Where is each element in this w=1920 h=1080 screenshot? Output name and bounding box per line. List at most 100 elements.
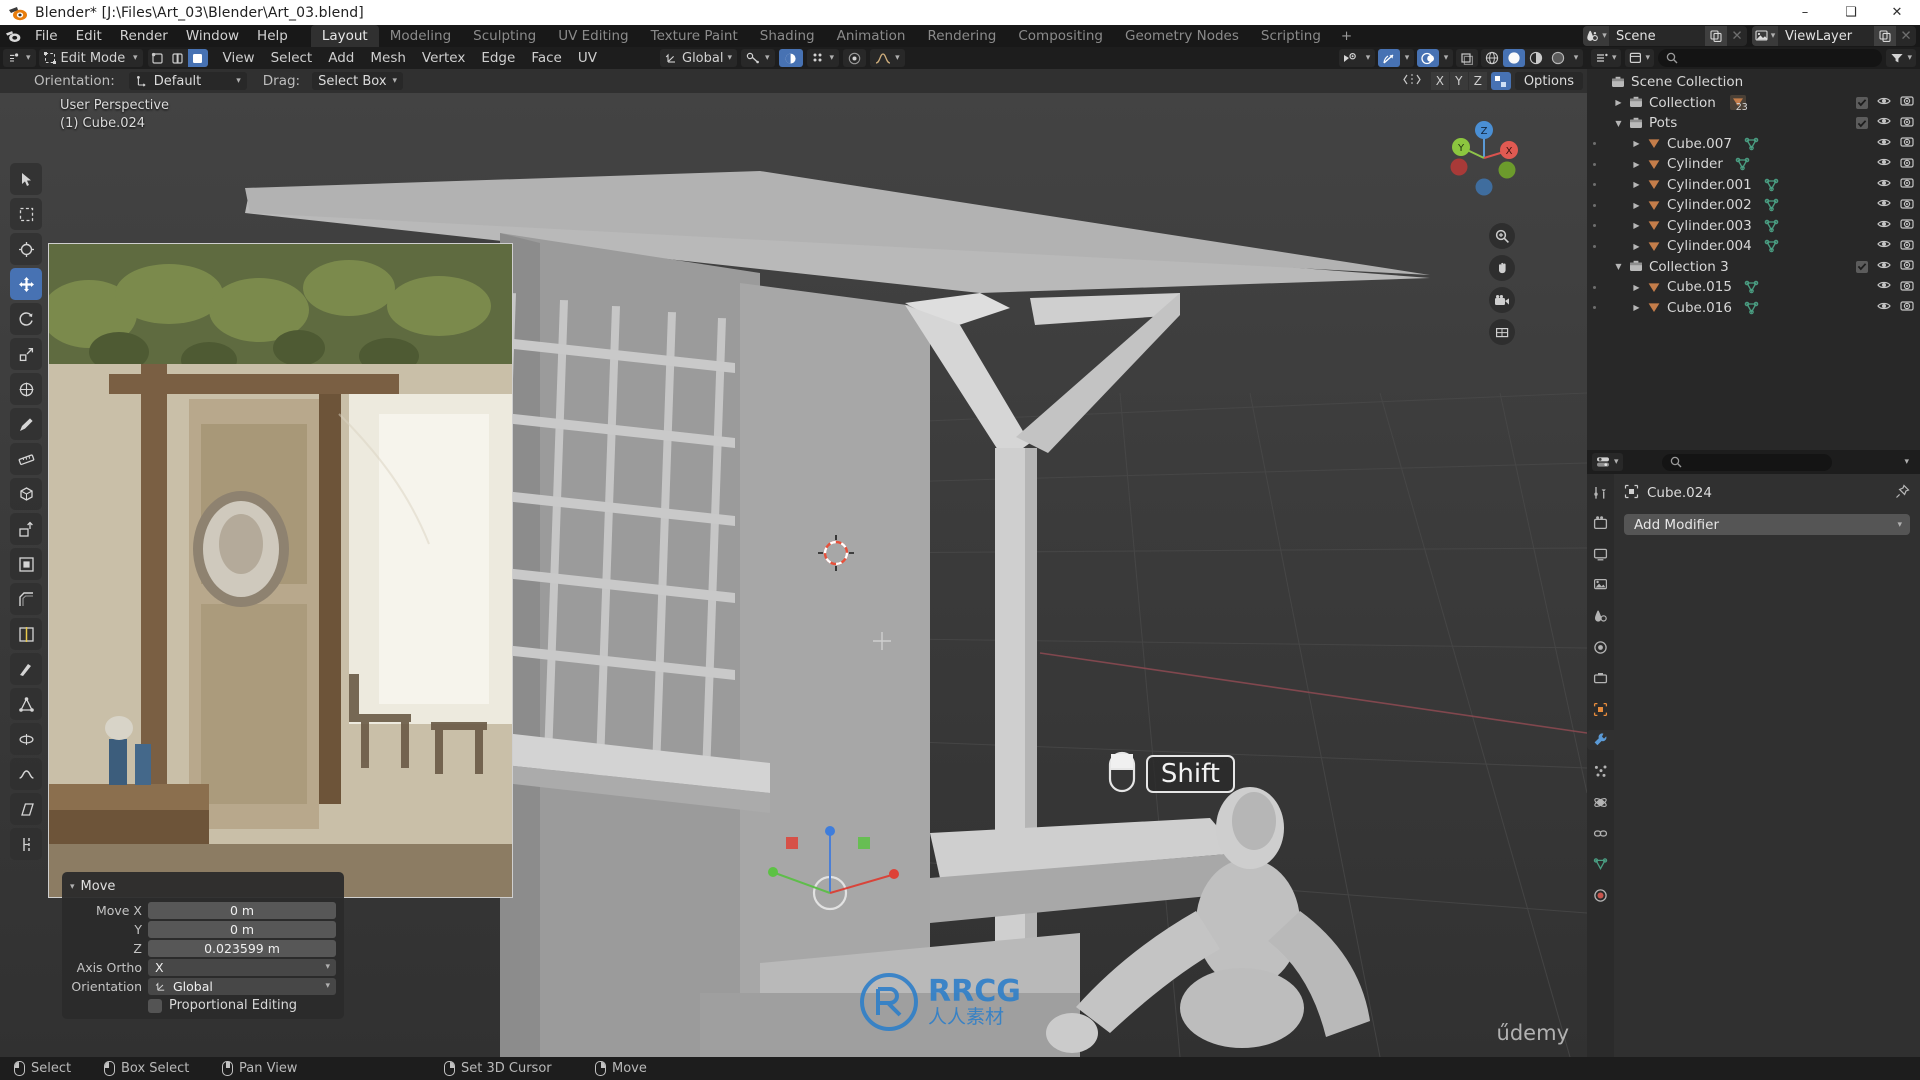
outliner-disable-render-icon[interactable] (1900, 135, 1914, 152)
outliner-row[interactable]: ▶ Cylinder.004 (1587, 236, 1920, 257)
viewport-menu-vertex[interactable]: Vertex (414, 47, 473, 69)
axis-ortho-dropdown[interactable]: X ▾ (148, 958, 336, 976)
workspace-tab-texture-paint[interactable]: Texture Paint (640, 25, 749, 47)
workspace-tab-sculpting[interactable]: Sculpting (462, 25, 547, 47)
proportional-editing-toggle[interactable] (778, 49, 803, 67)
outliner-expander-icon[interactable]: ▶ (1611, 98, 1626, 107)
blender-menu-icon[interactable] (0, 29, 26, 43)
xray-icon[interactable] (1456, 49, 1478, 67)
outliner-editor-type-button[interactable]: ▾ (1591, 49, 1621, 67)
operator-panel-collapse-icon[interactable]: ▾ (70, 882, 75, 892)
outliner-expander-icon[interactable]: ▶ (1629, 303, 1644, 312)
outliner-hide-eye-icon[interactable] (1877, 136, 1891, 152)
transform-orientation-selector[interactable]: Global ▾ (660, 49, 738, 67)
reference-image-overlay[interactable] (48, 243, 513, 898)
extrude-region-tool[interactable] (10, 513, 42, 545)
outliner-expander-icon[interactable]: ▶ (1629, 221, 1644, 230)
editor-type-button[interactable]: ▾ (3, 49, 36, 67)
viewport-menu-edge[interactable]: Edge (473, 47, 523, 69)
outliner-expander-icon[interactable]: ▶ (1629, 283, 1644, 292)
outliner-hide-eye-icon[interactable] (1877, 115, 1891, 131)
close-button[interactable]: ✕ (1874, 0, 1920, 25)
outliner-row[interactable]: ▼ Collection 3 (1587, 257, 1920, 278)
mode-selector[interactable]: Edit Mode ▾ (38, 49, 143, 67)
view-layer-tab[interactable] (1590, 575, 1612, 595)
edge-select-button[interactable] (168, 49, 188, 67)
workspace-tab-shading[interactable]: Shading (749, 25, 826, 47)
vertex-select-button[interactable] (148, 49, 168, 67)
outliner-disable-render-icon[interactable] (1900, 279, 1914, 296)
workspace-tab-compositing[interactable]: Compositing (1007, 25, 1114, 47)
outliner-expander-icon[interactable]: ▶ (1629, 242, 1644, 251)
maximize-button[interactable]: ❑ (1828, 0, 1874, 25)
outliner-search-input[interactable] (1658, 49, 1883, 67)
measure-tool[interactable] (10, 443, 42, 475)
top-menu-edit[interactable]: Edit (67, 25, 111, 47)
rendered-shading-icon[interactable] (1547, 49, 1569, 67)
outliner-hide-eye-icon[interactable] (1877, 279, 1891, 295)
zoom-icon[interactable] (1489, 223, 1515, 249)
shading-chevron-icon[interactable]: ▾ (1569, 49, 1583, 67)
outliner-disable-render-icon[interactable] (1900, 115, 1914, 132)
output-tab[interactable] (1590, 544, 1612, 564)
outliner-disable-render-icon[interactable] (1900, 176, 1914, 193)
outliner-filter-button[interactable]: ▾ (1886, 49, 1916, 67)
modifier-tab[interactable] (1587, 730, 1614, 750)
face-select-button[interactable] (187, 49, 208, 67)
proportional-editing-checkbox[interactable] (148, 998, 162, 1013)
workspace-tab-scripting[interactable]: Scripting (1250, 25, 1332, 47)
overlay-chevron-icon[interactable]: ▾ (1439, 49, 1453, 67)
proportional-connected-toggle[interactable] (843, 49, 867, 67)
data-tab[interactable] (1590, 854, 1612, 874)
outliner-disable-render-icon[interactable] (1900, 197, 1914, 214)
outliner-row[interactable]: ▶ Collection 23 (1587, 93, 1920, 113)
select-box-tool[interactable] (10, 198, 42, 230)
outliner-exclude-checkbox[interactable] (1856, 96, 1868, 109)
properties-search-input[interactable] (1661, 453, 1832, 471)
rip-region-tool[interactable] (10, 828, 42, 860)
outliner-hide-eye-icon[interactable] (1877, 259, 1891, 275)
viewport-menu-mesh[interactable]: Mesh (362, 47, 414, 69)
new-scene-button[interactable] (1705, 26, 1727, 46)
gizmo-chevron-icon[interactable]: ▾ (1400, 49, 1414, 67)
scale-tool[interactable] (10, 338, 42, 370)
outliner-disable-render-icon[interactable] (1900, 156, 1914, 173)
outliner-expander-icon[interactable]: ▼ (1611, 119, 1626, 128)
scene-tab[interactable] (1590, 606, 1612, 626)
loop-cut-tool[interactable] (10, 618, 42, 650)
outliner-row[interactable]: ▶ Cube.007 (1587, 134, 1920, 155)
annotate-tool[interactable] (10, 408, 42, 440)
operator-panel-header[interactable]: ▾ Move (62, 876, 344, 900)
outliner-row[interactable]: ▶ Cylinder.001 (1587, 175, 1920, 196)
workspace-tab-animation[interactable]: Animation (826, 25, 917, 47)
add-modifier-button[interactable]: Add Modifier ▾ (1624, 514, 1910, 535)
physics-tab[interactable] (1590, 792, 1612, 812)
show-gizmo-icon[interactable] (1378, 49, 1400, 67)
viewport-menu-select[interactable]: Select (263, 47, 321, 69)
auto-merge-icon[interactable] (1490, 72, 1511, 90)
top-menu-help[interactable]: Help (248, 25, 297, 47)
inset-faces-tool[interactable] (10, 548, 42, 580)
outliner-hide-eye-icon[interactable] (1877, 300, 1891, 316)
unlink-scene-button[interactable]: ✕ (1727, 28, 1747, 44)
operator-row-value[interactable]: 0 m (148, 901, 336, 919)
outliner-exclude-checkbox[interactable] (1856, 117, 1868, 130)
world-tab[interactable] (1590, 637, 1612, 657)
workspace-tab-modeling[interactable]: Modeling (379, 25, 462, 47)
outliner-disable-render-icon[interactable] (1900, 94, 1914, 111)
transform-tool[interactable] (10, 373, 42, 405)
workspace-tab-rendering[interactable]: Rendering (916, 25, 1007, 47)
properties-editor-type-button[interactable]: ▾ (1592, 453, 1623, 471)
poly-build-tool[interactable] (10, 688, 42, 720)
mirror-icon[interactable] (1397, 73, 1427, 90)
pin-icon[interactable] (1895, 483, 1910, 503)
scene-selector[interactable]: ▾ Scene ✕ (1583, 26, 1747, 46)
outliner-expander-icon[interactable]: ▶ (1629, 139, 1644, 148)
solid-shading-icon[interactable] (1503, 49, 1525, 67)
top-menu-window[interactable]: Window (177, 25, 248, 47)
outliner-disable-render-icon[interactable] (1900, 299, 1914, 316)
viewport-menu-uv[interactable]: UV (570, 47, 605, 69)
remove-viewlayer-button[interactable]: ✕ (1896, 28, 1916, 44)
toggle-ortho-icon[interactable] (1489, 319, 1515, 345)
outliner-hide-eye-icon[interactable] (1877, 218, 1891, 234)
